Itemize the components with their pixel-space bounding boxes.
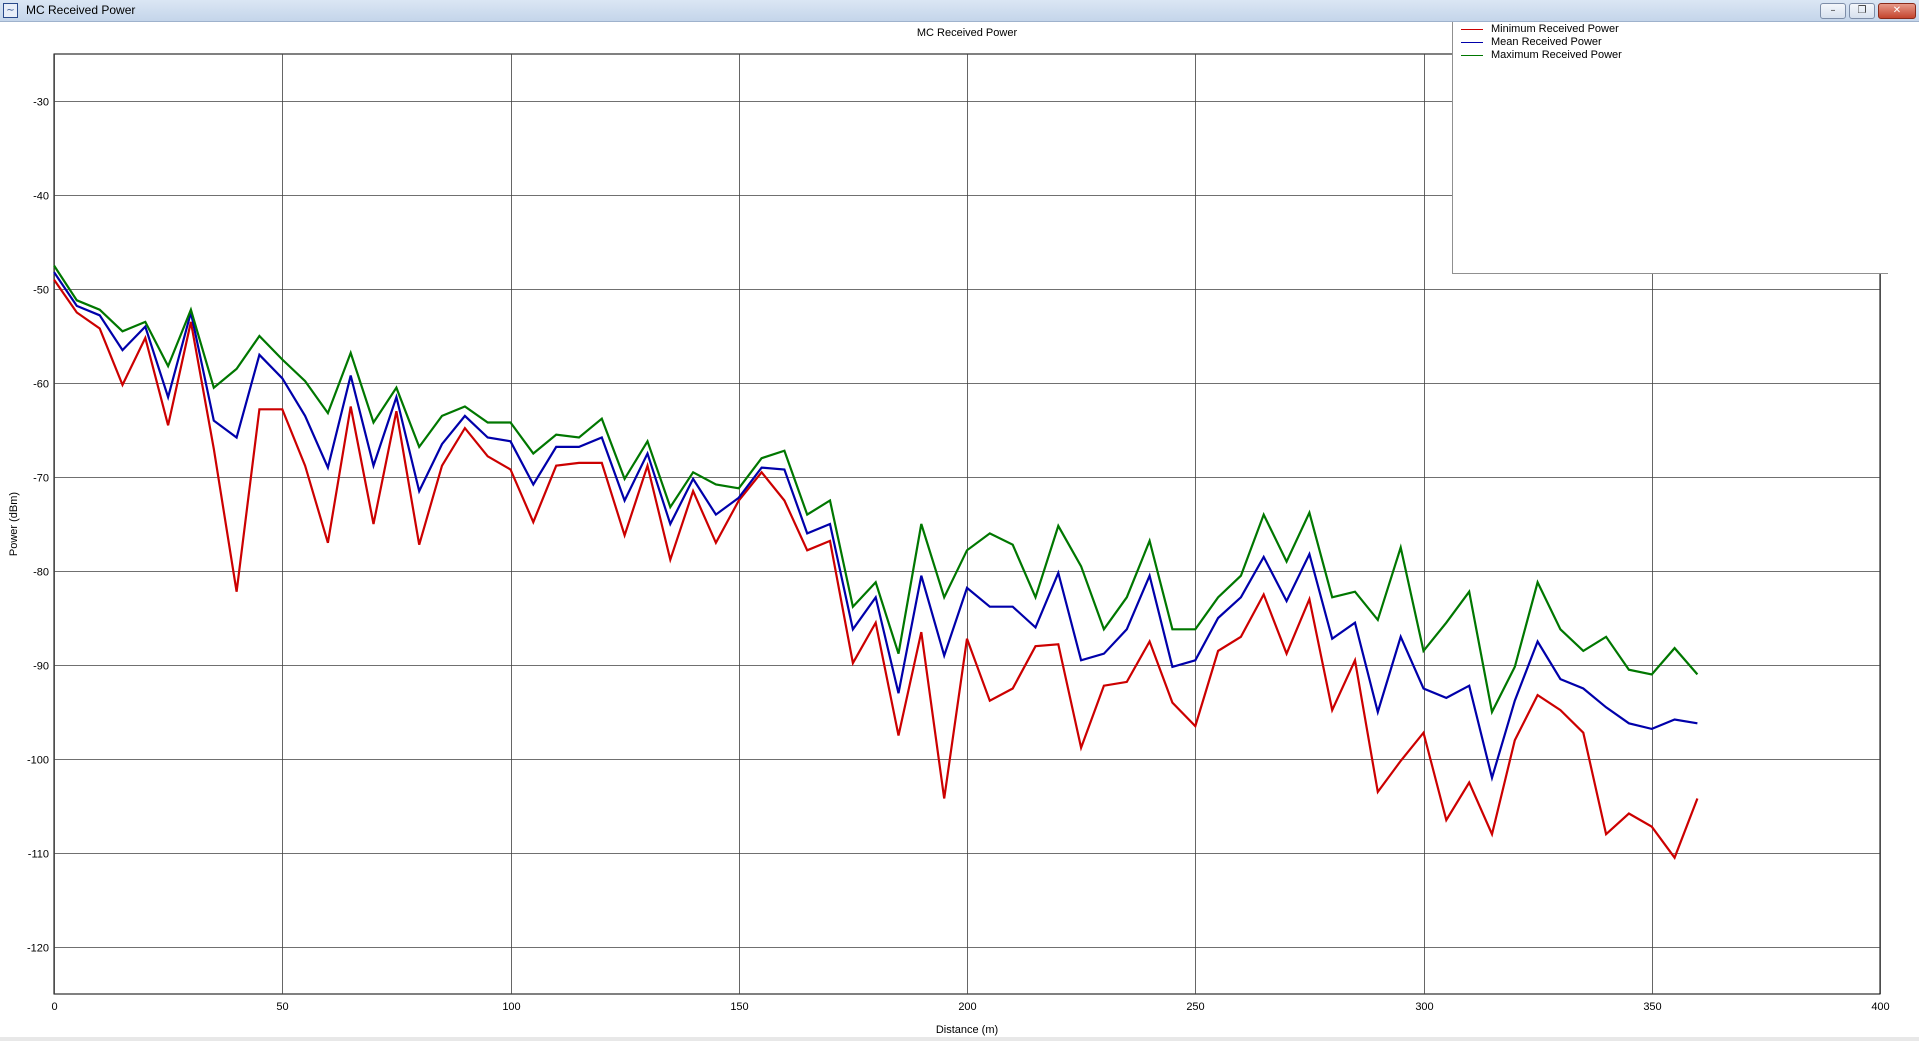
y-tick-label: -110 (28, 849, 49, 861)
legend-swatch-mean (1461, 42, 1483, 43)
y-tick-label: -30 (33, 97, 49, 109)
y-tick-label: -50 (33, 285, 49, 297)
y-tick-label: -70 (33, 473, 49, 485)
chart-title: MC Received Power (917, 27, 1018, 39)
y-axis-label: Power (dBm) (8, 492, 20, 556)
y-tick-label: -100 (27, 755, 49, 767)
window-title: MC Received Power (26, 3, 136, 17)
legend-swatch-max (1461, 55, 1483, 56)
chart-legend: Minimum Received Power Mean Received Pow… (1452, 22, 1888, 274)
x-tick-label: 0 (51, 1001, 57, 1013)
x-tick-label: 200 (958, 1001, 976, 1013)
y-tick-label: -90 (33, 661, 49, 673)
window-bottom-border (0, 1037, 1919, 1041)
legend-swatch-min (1461, 29, 1483, 30)
y-tick-label: -60 (33, 379, 49, 391)
x-tick-label: 350 (1643, 1001, 1661, 1013)
window-titlebar: ∼ MC Received Power – ❐ ✕ (0, 0, 1919, 22)
legend-label-mean: Mean Received Power (1491, 36, 1602, 48)
legend-label-max: Maximum Received Power (1491, 49, 1622, 61)
close-button[interactable]: ✕ (1878, 3, 1916, 19)
x-tick-label: 150 (730, 1001, 748, 1013)
x-tick-label: 400 (1871, 1001, 1889, 1013)
restore-icon: ❐ (1857, 5, 1867, 16)
minimize-button[interactable]: – (1820, 3, 1846, 19)
restore-button[interactable]: ❐ (1849, 3, 1875, 19)
x-axis-label: Distance (m) (936, 1024, 998, 1036)
y-tick-label: -80 (33, 567, 49, 579)
app-chart-icon: ∼ (3, 3, 18, 18)
x-tick-label: 50 (276, 1001, 288, 1013)
x-tick-label: 250 (1186, 1001, 1204, 1013)
legend-label-min: Minimum Received Power (1491, 23, 1619, 35)
y-tick-label: -40 (33, 191, 49, 203)
close-icon: ✕ (1892, 5, 1902, 16)
minimize-icon: – (1830, 5, 1836, 16)
x-tick-label: 100 (502, 1001, 520, 1013)
y-tick-label: -120 (27, 943, 49, 955)
x-tick-label: 300 (1415, 1001, 1433, 1013)
